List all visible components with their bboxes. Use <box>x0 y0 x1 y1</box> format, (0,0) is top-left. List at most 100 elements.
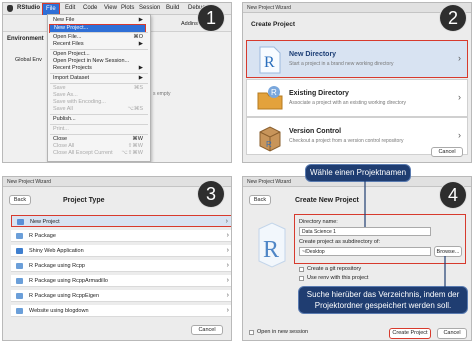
menu-item-shortcut: ▶ <box>138 65 143 71</box>
menubar-item[interactable]: RStudio <box>17 3 40 14</box>
menu-item-label: Open Project... <box>53 51 90 57</box>
project-type-item[interactable]: Shiny Web Application › <box>11 245 231 257</box>
project-type-item[interactable]: R Package using RcppArmadillo › <box>11 275 231 287</box>
project-type-label: Shiny Web Application <box>29 248 84 254</box>
project-type-label: R Package using RcppEigen <box>29 293 100 299</box>
rstudio-file-menu-panel: RStudio File Edit Code View Plots Session Build… <box>2 2 232 163</box>
menu-item-label: Open File... <box>53 34 82 40</box>
step-badge-3: 3 <box>198 181 224 207</box>
dialog-heading: Create New Project <box>295 197 359 204</box>
menubar-item[interactable]: Session <box>139 3 160 14</box>
chevron-right-icon: › <box>226 247 229 254</box>
project-type-item[interactable]: Website using blogdown › <box>11 305 231 317</box>
addins-label[interactable]: Addins <box>181 21 198 27</box>
menu-item[interactable]: Open Project... <box>53 51 146 58</box>
project-type-label: R Package using Rcpp <box>29 263 85 269</box>
menu-item-shortcut: ⇧⌘W <box>127 143 143 149</box>
menu-item-label: Close All Except Current <box>53 150 113 156</box>
new-directory-sub: Start a project in a brand new working d… <box>289 61 394 67</box>
menu-item: Save As... <box>53 92 146 99</box>
chevron-right-icon: › <box>226 232 229 239</box>
cancel-button[interactable]: Cancel <box>191 325 223 335</box>
menu-separator <box>50 49 148 50</box>
menu-item: Print... <box>53 126 146 133</box>
renv-checkbox[interactable] <box>299 276 304 281</box>
chevron-right-icon: › <box>458 92 461 102</box>
cancel-button[interactable]: Cancel <box>431 147 463 157</box>
existing-directory-title: Existing Directory <box>289 90 349 97</box>
menu-separator <box>50 114 148 115</box>
project-type-item[interactable]: R Package › <box>11 230 231 242</box>
project-type-item[interactable]: R Package using Rcpp › <box>11 260 231 272</box>
menu-item: Save with Encoding... <box>53 99 146 106</box>
menu-separator <box>50 32 148 33</box>
directory-name-label: Directory name: <box>299 219 338 225</box>
project-type-label: R Package <box>29 233 56 239</box>
project-type-label: Website using blogdown <box>29 308 89 314</box>
directory-name-input[interactable]: Data Science 1 <box>299 227 431 236</box>
menu-item-shortcut: ⌥⌘S <box>127 106 143 112</box>
option-new-directory[interactable]: R New Directory Start a project in a bra… <box>246 40 468 78</box>
menubar-item[interactable]: Plots <box>121 3 134 14</box>
menu-item[interactable]: Open File... ⌘O <box>53 34 146 41</box>
menubar-item[interactable]: Edit <box>65 3 75 14</box>
menubar-item[interactable]: Code <box>83 3 97 14</box>
global-env-selector[interactable]: Global Env <box>15 57 42 63</box>
open-new-session-checkbox[interactable] <box>249 330 254 335</box>
menu-item-shortcut: ▶ <box>138 75 143 81</box>
menu-item-label: Recent Files <box>53 41 84 47</box>
menu-item-shortcut: ⌘S <box>133 85 143 91</box>
callout-project-name: Wähle einen Projektnamen <box>305 164 411 182</box>
menu-item: Save All ⌥⌘S <box>53 106 146 113</box>
menu-separator <box>50 83 148 84</box>
environment-tab[interactable]: Environment <box>7 36 44 42</box>
callout-directory-text: Suche hierüber das Verzeichnis, indem de… <box>306 290 460 310</box>
menu-item[interactable]: Close ⌘W <box>53 136 146 143</box>
folder-icon: R <box>257 86 283 110</box>
menu-item: Close All Except Current ⌥⇧⌘W <box>53 150 146 157</box>
menu-item[interactable]: Import Dataset ▶ <box>53 75 146 82</box>
menu-item[interactable]: Open Project in New Session... <box>53 58 146 65</box>
menu-item[interactable]: New File ▶ <box>53 17 146 24</box>
menu-item-shortcut: ⌥⇧⌘W <box>121 150 143 156</box>
git-checkbox[interactable] <box>299 267 304 272</box>
project-type-icon <box>16 308 23 314</box>
project-type-item[interactable]: New Project › <box>11 215 231 227</box>
callout-project-name-text: Wähle einen Projektnamen <box>309 168 407 177</box>
chevron-right-icon: › <box>458 53 461 63</box>
dialog-title: New Project Wizard <box>243 3 471 13</box>
svg-text:R: R <box>266 140 272 149</box>
menu-item-label: Close All <box>53 143 75 149</box>
callout-arrow <box>364 181 366 227</box>
project-type-icon <box>17 219 24 225</box>
project-type-item[interactable]: R Package using RcppEigen › <box>11 290 231 302</box>
apple-logo <box>7 5 13 12</box>
menu-item-label: Recent Projects <box>53 65 92 71</box>
subdirectory-input[interactable]: ~/Desktop <box>299 247 431 256</box>
back-button[interactable]: Back <box>249 195 271 205</box>
option-existing-directory[interactable]: R Existing Directory Associate a project… <box>246 79 468 117</box>
menubar-item[interactable]: View <box>104 3 117 14</box>
chevron-right-icon: › <box>226 277 229 284</box>
project-type-icon <box>16 248 23 254</box>
menu-item-shortcut: ▶ <box>138 17 143 23</box>
step-badge-1: 1 <box>198 5 224 31</box>
callout-arrow <box>444 256 446 288</box>
create-project-button[interactable]: Create Project <box>389 328 431 339</box>
create-project-dialog: New Project Wizard Create Project R New … <box>242 2 472 163</box>
menu-item[interactable]: Recent Projects ▶ <box>53 65 146 72</box>
dialog-title: New Project Wizard <box>3 177 231 187</box>
menu-item: Close All ⇧⌘W <box>53 143 146 150</box>
project-type-icon <box>16 263 23 269</box>
callout-directory: Suche hierüber das Verzeichnis, indem de… <box>298 286 468 314</box>
back-button[interactable]: Back <box>9 195 31 205</box>
cancel-button[interactable]: Cancel <box>437 328 467 339</box>
menu-item[interactable]: Recent Files ▶ <box>53 41 146 48</box>
menu-item-label: Open Project in New Session... <box>53 58 130 64</box>
new-directory-title: New Directory <box>289 51 337 58</box>
menu-item[interactable]: Publish... <box>53 116 146 123</box>
renv-label: Use renv with this project <box>307 275 369 281</box>
menubar-item[interactable]: Build <box>166 3 179 14</box>
r-project-icon: R <box>258 222 286 268</box>
subdirectory-label: Create project as subdirectory of: <box>299 239 381 245</box>
